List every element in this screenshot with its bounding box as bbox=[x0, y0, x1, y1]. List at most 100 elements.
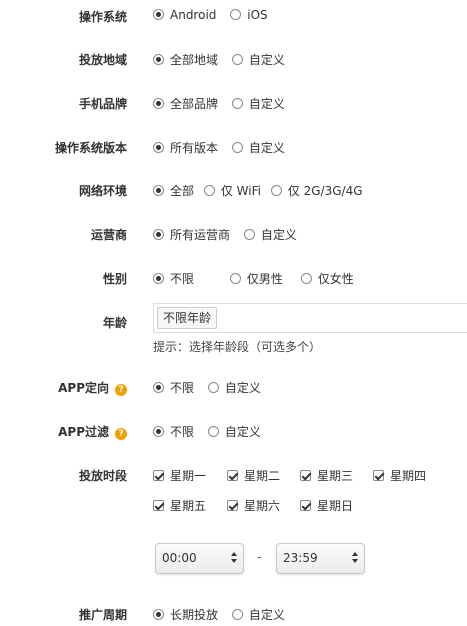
radio-checked-icon[interactable] bbox=[153, 609, 164, 620]
network-label: 网络环境 bbox=[78, 184, 127, 198]
carrier-options: 所有运营商 自定义 bbox=[153, 226, 307, 243]
radio-checked-icon[interactable] bbox=[153, 273, 164, 284]
region-option-all-label: 全部地域 bbox=[170, 53, 219, 67]
gender-option-female[interactable]: 仅女性 bbox=[300, 270, 354, 287]
day-thursday-label: 星期四 bbox=[390, 469, 427, 483]
period-option-long-label: 长期投放 bbox=[170, 608, 219, 622]
radio-unchecked-icon[interactable] bbox=[231, 54, 243, 65]
radio-checked-icon[interactable] bbox=[153, 54, 164, 65]
brand-option-custom[interactable]: 自定义 bbox=[231, 95, 285, 112]
checkbox-checked-icon[interactable] bbox=[300, 470, 311, 481]
time-separator: - bbox=[257, 550, 262, 564]
radio-checked-icon[interactable] bbox=[153, 9, 164, 20]
brand-options: 全部品牌 自定义 bbox=[153, 95, 295, 112]
app-target-row: APP定向? 不限 自定义 bbox=[0, 376, 467, 398]
network-option-all[interactable]: 全部 bbox=[153, 182, 194, 199]
radio-checked-icon[interactable] bbox=[153, 426, 164, 437]
os-option-android[interactable]: Android bbox=[153, 8, 216, 22]
os-version-label: 操作系统版本 bbox=[54, 141, 127, 155]
region-row: 投放地域 全部地域 自定义 bbox=[0, 48, 467, 70]
os-version-options: 所有版本 自定义 bbox=[153, 139, 295, 156]
app-filter-option-custom-label: 自定义 bbox=[224, 425, 261, 439]
app-target-option-any[interactable]: 不限 bbox=[153, 379, 194, 396]
radio-checked-icon[interactable] bbox=[153, 142, 164, 153]
network-row: 网络环境 全部 仅 WiFi 仅 2G/3G/4G bbox=[0, 179, 467, 201]
checkbox-checked-icon[interactable] bbox=[300, 500, 311, 511]
gender-row: 性别 不限 仅男性 仅女性 bbox=[0, 267, 467, 289]
brand-option-all[interactable]: 全部品牌 bbox=[153, 95, 218, 112]
radio-unchecked-icon[interactable] bbox=[270, 185, 282, 196]
day-monday-label: 星期一 bbox=[170, 469, 207, 483]
end-time-select[interactable]: 23:59 bbox=[276, 543, 365, 574]
help-icon[interactable]: ? bbox=[115, 384, 127, 396]
os-option-ios[interactable]: iOS bbox=[230, 8, 268, 22]
carrier-option-all-label: 所有运营商 bbox=[170, 228, 231, 242]
os-version-option-all[interactable]: 所有版本 bbox=[153, 139, 218, 156]
os-option-android-label: Android bbox=[170, 8, 217, 22]
radio-unchecked-icon[interactable] bbox=[243, 229, 255, 240]
app-filter-label-text: APP过滤 bbox=[58, 425, 109, 439]
radio-unchecked-icon[interactable] bbox=[231, 609, 243, 620]
select-arrows-icon bbox=[352, 552, 358, 564]
app-filter-option-custom[interactable]: 自定义 bbox=[207, 423, 261, 440]
start-time-select[interactable]: 00:00 bbox=[155, 543, 244, 574]
app-filter-option-any[interactable]: 不限 bbox=[153, 423, 194, 440]
gender-option-any[interactable]: 不限 bbox=[153, 270, 194, 287]
period-options: 长期投放 自定义 bbox=[153, 606, 295, 623]
radio-unchecked-icon[interactable] bbox=[203, 185, 215, 196]
network-options: 全部 仅 WiFi 仅 2G/3G/4G bbox=[153, 182, 363, 199]
brand-option-custom-label: 自定义 bbox=[248, 97, 285, 111]
period-option-long[interactable]: 长期投放 bbox=[153, 606, 218, 623]
radio-unchecked-icon[interactable] bbox=[230, 9, 242, 20]
age-select-box[interactable]: 不限年龄 bbox=[153, 303, 467, 333]
help-icon[interactable]: ? bbox=[115, 428, 127, 440]
region-option-all[interactable]: 全部地域 bbox=[153, 51, 218, 68]
network-option-wifi-label: 仅 WiFi bbox=[220, 184, 261, 198]
day-sunday[interactable]: 星期日 bbox=[300, 497, 353, 514]
radio-checked-icon[interactable] bbox=[153, 382, 164, 393]
os-version-option-custom[interactable]: 自定义 bbox=[231, 139, 285, 156]
day-wednesday[interactable]: 星期三 bbox=[300, 467, 353, 484]
radio-checked-icon[interactable] bbox=[153, 185, 164, 196]
network-option-mobile-label: 仅 2G/3G/4G bbox=[287, 184, 363, 198]
age-tag[interactable]: 不限年龄 bbox=[157, 307, 218, 329]
brand-label: 手机品牌 bbox=[78, 97, 127, 111]
radio-checked-icon[interactable] bbox=[153, 229, 164, 240]
network-option-wifi[interactable]: 仅 WiFi bbox=[203, 182, 261, 199]
app-target-label: APP定向? bbox=[58, 379, 127, 396]
radio-unchecked-icon[interactable] bbox=[300, 273, 312, 284]
gender-option-male-label: 仅男性 bbox=[246, 272, 283, 286]
network-option-all-label: 全部 bbox=[170, 184, 195, 198]
region-option-custom[interactable]: 自定义 bbox=[231, 51, 285, 68]
app-target-option-any-label: 不限 bbox=[170, 381, 195, 395]
app-target-option-custom[interactable]: 自定义 bbox=[207, 379, 261, 396]
checkbox-checked-icon[interactable] bbox=[227, 500, 238, 511]
region-options: 全部地域 自定义 bbox=[153, 51, 295, 68]
radio-unchecked-icon[interactable] bbox=[229, 273, 241, 284]
carrier-option-all[interactable]: 所有运营商 bbox=[153, 226, 230, 243]
checkbox-checked-icon[interactable] bbox=[373, 470, 384, 481]
day-saturday[interactable]: 星期六 bbox=[227, 497, 280, 514]
radio-unchecked-icon[interactable] bbox=[207, 426, 219, 437]
os-option-ios-label: iOS bbox=[247, 8, 268, 22]
checkbox-checked-icon[interactable] bbox=[153, 470, 164, 481]
checkbox-checked-icon[interactable] bbox=[227, 470, 238, 481]
network-option-mobile[interactable]: 仅 2G/3G/4G bbox=[270, 182, 363, 199]
day-tuesday[interactable]: 星期二 bbox=[227, 467, 280, 484]
day-thursday[interactable]: 星期四 bbox=[373, 467, 426, 484]
gender-option-male[interactable]: 仅男性 bbox=[229, 270, 283, 287]
period-option-custom[interactable]: 自定义 bbox=[231, 606, 285, 623]
day-saturday-label: 星期六 bbox=[244, 499, 281, 513]
checkbox-checked-icon[interactable] bbox=[153, 500, 164, 511]
radio-unchecked-icon[interactable] bbox=[231, 98, 243, 109]
radio-unchecked-icon[interactable] bbox=[207, 382, 219, 393]
radio-checked-icon[interactable] bbox=[153, 98, 164, 109]
day-friday[interactable]: 星期五 bbox=[153, 497, 206, 514]
app-filter-options: 不限 自定义 bbox=[153, 423, 271, 440]
region-label: 投放地域 bbox=[78, 53, 127, 67]
radio-unchecked-icon[interactable] bbox=[231, 142, 243, 153]
app-target-options: 不限 自定义 bbox=[153, 379, 271, 396]
age-label: 年龄 bbox=[102, 316, 127, 330]
day-monday[interactable]: 星期一 bbox=[153, 467, 206, 484]
carrier-option-custom[interactable]: 自定义 bbox=[243, 226, 297, 243]
